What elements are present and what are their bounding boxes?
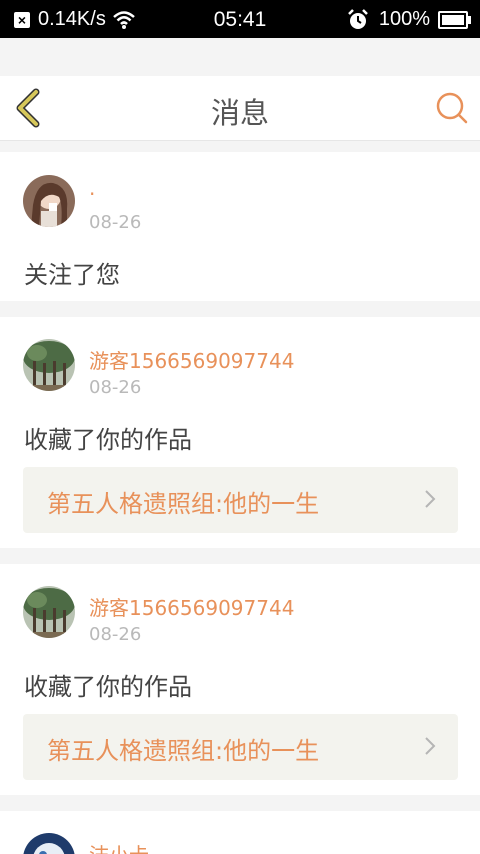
work-link[interactable]: 第五人格遗照组:他的一生	[23, 714, 458, 780]
avatar-image	[23, 339, 75, 391]
avatar[interactable]	[23, 586, 75, 638]
username[interactable]: 沫小卡	[89, 839, 149, 854]
avatar[interactable]	[23, 339, 75, 391]
username[interactable]: 游客1566569097744	[89, 345, 294, 374]
chevron-right-icon	[425, 490, 436, 508]
message-action: 收藏了你的作品	[24, 673, 192, 701]
username[interactable]: ·	[89, 182, 95, 206]
header-bar: 消息	[0, 76, 480, 141]
message-action: 关注了您	[24, 261, 120, 289]
chevron-right-icon	[425, 737, 436, 755]
message-date: 08-26	[89, 624, 142, 645]
page-title: 消息	[210, 96, 269, 130]
avatar-image	[23, 175, 75, 227]
work-title: 第五人格遗照组:他的一生	[47, 490, 320, 518]
work-link[interactable]: 第五人格遗照组:他的一生	[23, 467, 458, 533]
message-action: 收藏了你的作品	[24, 426, 192, 454]
work-title: 第五人格遗照组:他的一生	[47, 737, 320, 765]
status-right: 100%	[347, 8, 471, 31]
avatar-image	[23, 833, 75, 854]
avatar[interactable]	[23, 833, 75, 854]
status-bar: × 0.14K/s 05:41 100%	[0, 0, 480, 38]
avatar-image	[23, 586, 75, 638]
message-date: 08-26	[89, 212, 142, 233]
username[interactable]: 游客1566569097744	[89, 592, 294, 621]
battery-level: 100%	[378, 8, 430, 30]
message-card[interactable]: · 08-26 关注了您	[0, 152, 480, 301]
message-card[interactable]: 游客1566569097744 08-26 收藏了你的作品 第五人格遗照组:他的…	[0, 317, 480, 548]
search-icon	[436, 92, 468, 124]
message-card[interactable]: 沫小卡	[0, 811, 480, 854]
message-card[interactable]: 游客1566569097744 08-26 收藏了你的作品 第五人格遗照组:他的…	[0, 564, 480, 795]
alarm-icon	[347, 8, 368, 29]
battery-icon	[438, 10, 471, 29]
message-date: 08-26	[89, 377, 142, 398]
avatar[interactable]	[23, 175, 75, 227]
search-button[interactable]	[434, 90, 470, 126]
